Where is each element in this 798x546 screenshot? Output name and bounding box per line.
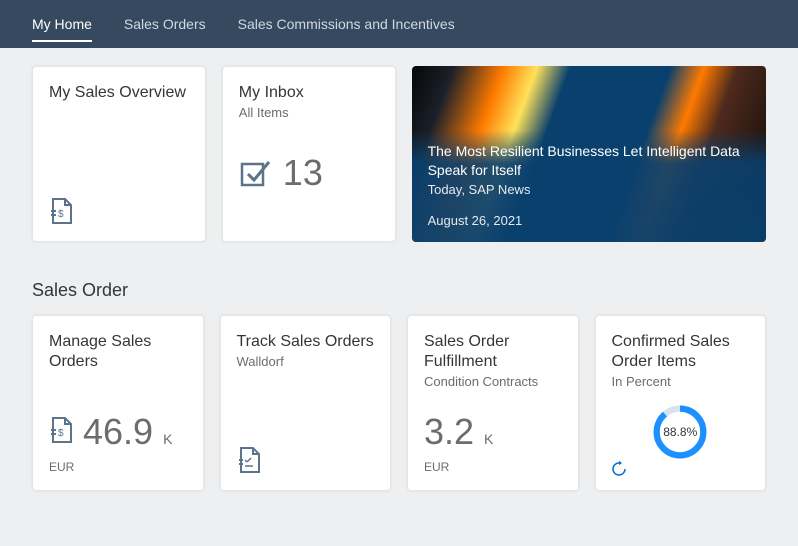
tile-title: Track Sales Orders: [237, 332, 375, 352]
refresh-icon[interactable]: [610, 460, 628, 478]
tile-news[interactable]: The Most Resilient Businesses Let Intell…: [412, 66, 766, 242]
tile-title: Sales Order Fulfillment: [424, 332, 562, 372]
nav-tab-sales-commissions[interactable]: Sales Commissions and Incentives: [222, 0, 471, 48]
kpi-value: 3.2: [424, 414, 474, 450]
news-headline: The Most Resilient Businesses Let Intell…: [428, 142, 750, 180]
news-date: August 26, 2021: [428, 213, 750, 228]
tile-subtitle: In Percent: [612, 374, 750, 389]
svg-text:$: $: [58, 428, 64, 439]
donut-chart: 88.8%: [612, 389, 750, 474]
kpi-unit: EUR: [49, 460, 74, 474]
document-list-icon: [237, 446, 261, 474]
kpi-value: 46.9: [83, 414, 153, 450]
tile-subtitle: Condition Contracts: [424, 374, 562, 389]
tile-body: 3.2 K EUR: [424, 389, 562, 474]
nav-tab-sales-orders[interactable]: Sales Orders: [108, 0, 222, 48]
tile-title: Confirmed Sales Order Items: [612, 332, 750, 372]
nav-tab-my-home[interactable]: My Home: [16, 0, 108, 48]
tile-title: My Sales Overview: [49, 83, 189, 103]
news-overlay: The Most Resilient Businesses Let Intell…: [412, 130, 766, 242]
section-title-sales-order: Sales Order: [32, 280, 766, 301]
tile-body: [237, 369, 375, 474]
donut-percent-label: 88.8%: [663, 425, 697, 439]
tile-confirmed-sales-order-items[interactable]: Confirmed Sales Order Items In Percent 8…: [595, 315, 767, 491]
svg-text:$: $: [58, 209, 64, 220]
news-source: Today, SAP News: [428, 182, 750, 197]
nav-tab-label: Sales Orders: [124, 16, 206, 32]
tile-body: $: [49, 103, 189, 225]
tile-subtitle: Walldorf: [237, 354, 375, 369]
nav-tab-label: My Home: [32, 16, 92, 32]
top-nav: My Home Sales Orders Sales Commissions a…: [0, 0, 798, 48]
kpi-suffix: K: [484, 431, 493, 447]
tile-track-sales-orders[interactable]: Track Sales Orders Walldorf: [220, 315, 392, 491]
kpi-unit: EUR: [424, 460, 449, 474]
kpi-suffix: K: [163, 431, 172, 447]
tile-my-inbox[interactable]: My Inbox All Items 13: [222, 66, 396, 242]
tile-body: 13: [239, 120, 379, 225]
page-content: My Sales Overview $ My Inbox All Items: [0, 48, 798, 509]
tile-title: Manage Sales Orders: [49, 332, 187, 372]
inbox-count: 13: [283, 155, 323, 191]
tile-subtitle: All Items: [239, 105, 379, 120]
tile-row-2: Manage Sales Orders $ 46.9 K EUR Trac: [32, 315, 766, 491]
document-currency-icon: $: [49, 416, 73, 444]
document-currency-icon: $: [49, 197, 73, 225]
tile-sales-order-fulfillment[interactable]: Sales Order Fulfillment Condition Contra…: [407, 315, 579, 491]
checkbox-checked-icon: [239, 158, 273, 188]
tile-title: My Inbox: [239, 83, 379, 103]
tile-row-1: My Sales Overview $ My Inbox All Items: [32, 66, 766, 242]
tile-body: $ 46.9 K EUR: [49, 372, 187, 474]
tile-my-sales-overview[interactable]: My Sales Overview $: [32, 66, 206, 242]
tile-manage-sales-orders[interactable]: Manage Sales Orders $ 46.9 K EUR: [32, 315, 204, 491]
nav-tab-label: Sales Commissions and Incentives: [238, 16, 455, 32]
